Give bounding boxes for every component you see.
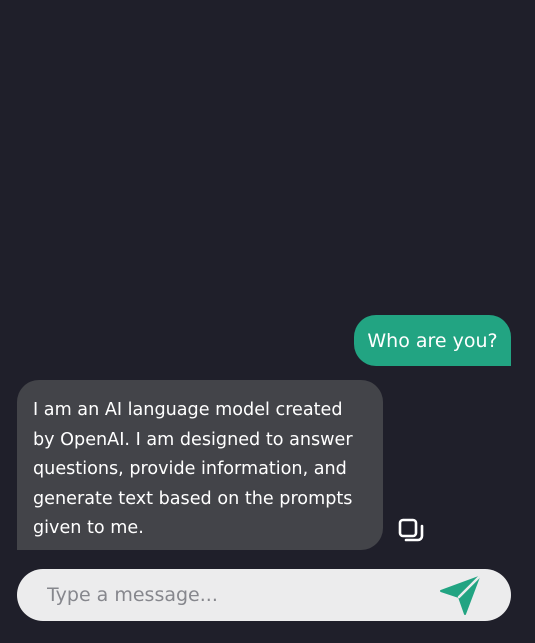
message-input[interactable]	[17, 569, 427, 621]
user-message-bubble: Who are you?	[354, 315, 511, 366]
send-icon	[440, 575, 481, 615]
send-button[interactable]	[438, 574, 482, 616]
copy-button[interactable]	[396, 516, 426, 546]
copy-icon	[398, 518, 424, 542]
assistant-message-text: I am an AI language model created by Ope…	[33, 400, 353, 538]
chat-screen: Who are you? I am an AI language model c…	[0, 0, 535, 643]
assistant-message-bubble: I am an AI language model created by Ope…	[17, 380, 383, 550]
user-message-text: Who are you?	[367, 329, 498, 352]
message-composer	[17, 569, 511, 621]
